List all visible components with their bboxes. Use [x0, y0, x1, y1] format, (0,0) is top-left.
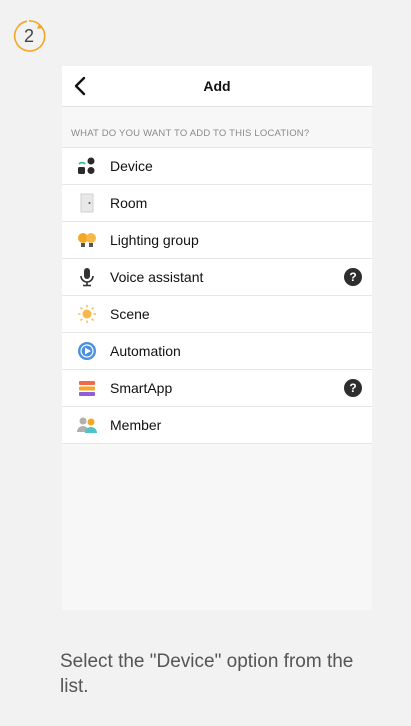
scene-icon — [76, 303, 98, 325]
list-item-lighting-group[interactable]: Lighting group — [62, 222, 372, 259]
list-item-label: Automation — [110, 343, 181, 359]
lighting-group-icon — [76, 229, 98, 251]
list-item-scene[interactable]: Scene — [62, 296, 372, 333]
list-item-label: Member — [110, 417, 162, 433]
list-item-smartapp[interactable]: SmartApp ? — [62, 370, 372, 407]
section-header: WHAT DO YOU WANT TO ADD TO THIS LOCATION… — [71, 128, 310, 139]
instruction-caption: Select the "Device" option from the list… — [60, 651, 354, 697]
list-item-room[interactable]: Room — [62, 185, 372, 222]
member-icon — [76, 414, 98, 436]
list-item-label: Lighting group — [110, 232, 199, 248]
nav-bar: Add — [62, 66, 372, 107]
room-icon — [76, 192, 98, 214]
device-icon — [76, 155, 98, 177]
list-item-label: Device — [110, 158, 153, 174]
help-icon[interactable]: ? — [344, 379, 362, 397]
automation-icon — [76, 340, 98, 362]
list-item-label: Room — [110, 195, 148, 211]
list-item-voice-assistant[interactable]: Voice assistant ? — [62, 259, 372, 296]
list-item-member[interactable]: Member — [62, 407, 372, 444]
list-item-device[interactable]: Device — [62, 148, 372, 185]
list-item-label: Voice assistant — [110, 269, 204, 285]
page-title: Add — [203, 78, 231, 94]
smartapp-icon — [76, 377, 98, 399]
list-item-label: SmartApp — [110, 380, 173, 396]
step-number: 2 — [23, 25, 34, 46]
phone-screen: Add WHAT DO YOU WANT TO ADD TO THIS LOCA… — [62, 66, 372, 610]
help-icon[interactable]: ? — [344, 268, 362, 286]
list-item-automation[interactable]: Automation — [62, 333, 372, 370]
microphone-icon — [76, 266, 98, 288]
list-item-label: Scene — [110, 306, 150, 322]
step-badge: 2 — [11, 18, 47, 54]
add-options-list: Device Room Lighting group Voice assista… — [62, 147, 372, 444]
